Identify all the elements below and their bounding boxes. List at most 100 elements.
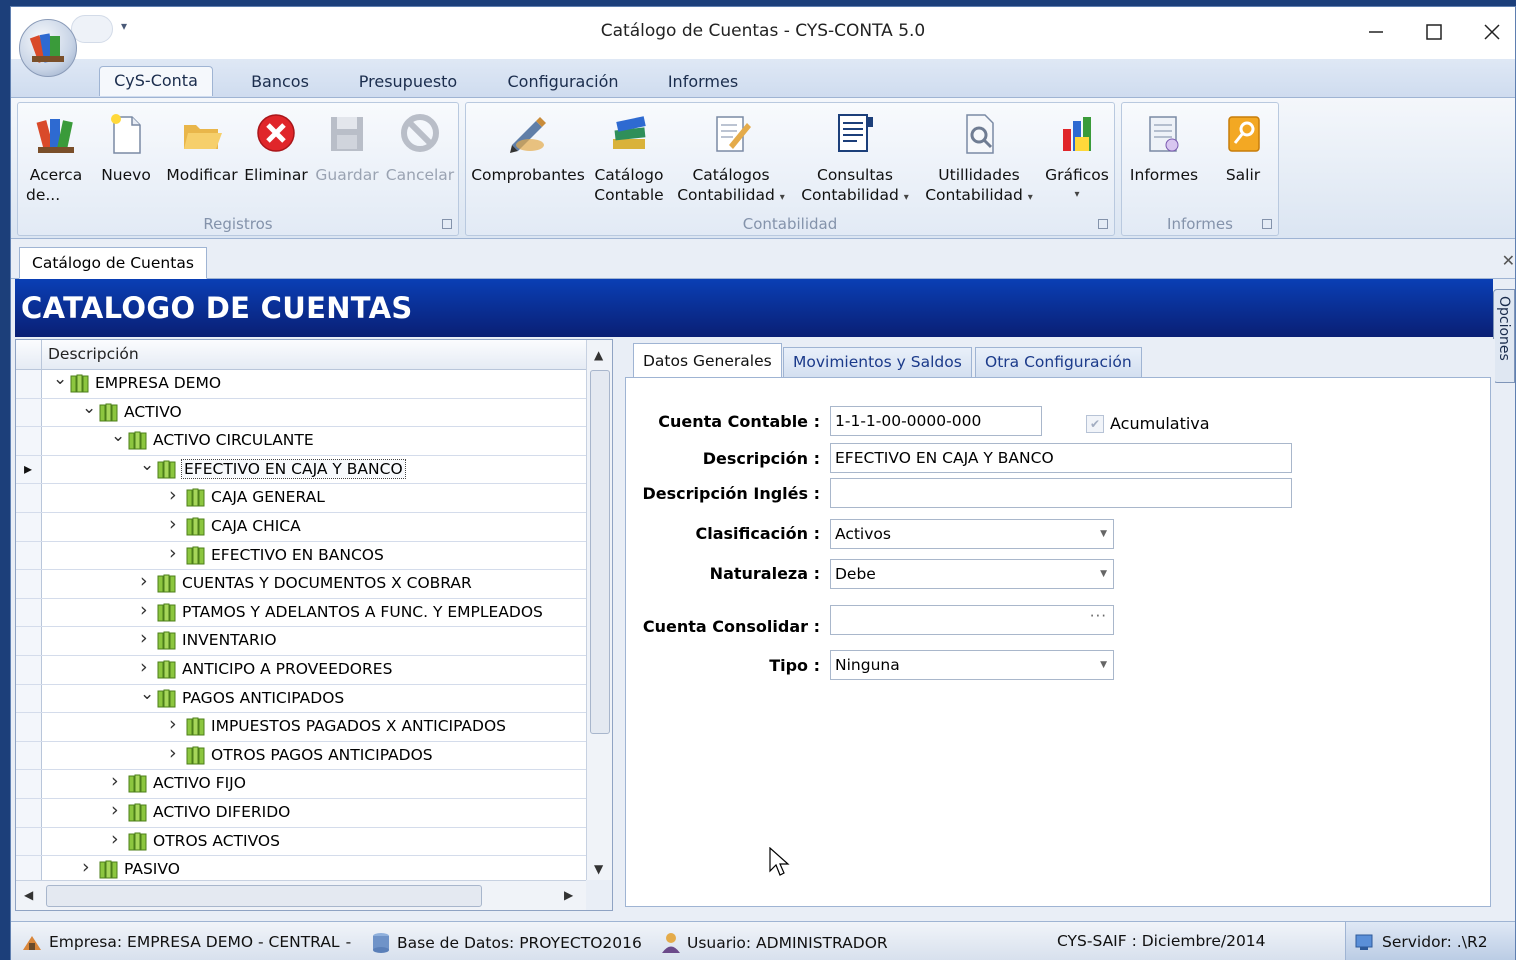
tree-row[interactable]: › CAJA GENERAL xyxy=(16,484,586,513)
tree-node-label[interactable]: CAJA CHICA xyxy=(211,517,301,535)
collapse-chevron-icon[interactable]: ⌄ xyxy=(140,684,154,704)
horizontal-scroll-thumb[interactable] xyxy=(46,885,482,907)
expand-chevron-icon[interactable]: › xyxy=(140,656,152,678)
descripcion-input[interactable]: EFECTIVO EN CAJA Y BANCO xyxy=(830,443,1292,473)
tree-node-label[interactable]: CAJA GENERAL xyxy=(211,488,325,506)
expand-chevron-icon[interactable]: › xyxy=(140,627,152,649)
tree-node-label[interactable]: OTROS PAGOS ANTICIPADOS xyxy=(211,746,433,764)
expand-chevron-icon[interactable]: › xyxy=(111,799,123,821)
chevron-down-icon[interactable]: ▼ xyxy=(1100,529,1107,539)
tree-row[interactable]: ⌄ ACTIVO CIRCULANTE xyxy=(16,426,586,456)
utilidades-contabilidad-button[interactable]: Utillidades Contabilidad ▾ xyxy=(920,111,1038,208)
ellipsis-icon[interactable]: ··· xyxy=(1090,607,1107,625)
row-indicator[interactable] xyxy=(16,827,42,856)
expand-chevron-icon[interactable]: › xyxy=(169,713,181,735)
tree-row[interactable]: › IMPUESTOS PAGADOS X ANTICIPADOS xyxy=(16,713,586,742)
registros-launcher-icon[interactable] xyxy=(442,219,452,229)
tree-vertical-scrollbar[interactable]: ▲ ▼ xyxy=(586,340,612,880)
row-indicator[interactable] xyxy=(16,484,42,512)
tree-node-label[interactable]: CUENTAS Y DOCUMENTOS X COBRAR xyxy=(182,574,472,592)
tree-node-label[interactable]: EFECTIVO EN CAJA Y BANCO xyxy=(181,458,406,479)
tree-row[interactable]: › EFECTIVO EN BANCOS xyxy=(16,541,586,571)
chevron-down-icon[interactable]: ▼ xyxy=(1100,660,1107,670)
row-indicator[interactable] xyxy=(16,512,42,541)
tree-node-label[interactable]: ACTIVO DIFERIDO xyxy=(153,803,290,821)
acumulativa-checkbox[interactable]: ✔ xyxy=(1086,415,1104,433)
row-indicator[interactable] xyxy=(16,713,42,741)
graficos-button[interactable]: Gráficos ▾ xyxy=(1042,111,1112,205)
tab-cys-conta[interactable]: CyS-Conta xyxy=(99,66,213,96)
close-document-icon[interactable]: ✕ xyxy=(1502,251,1515,270)
expand-chevron-icon[interactable]: › xyxy=(169,513,181,535)
informes-button[interactable]: Informes xyxy=(1124,111,1204,185)
tree-node-label[interactable]: OTROS ACTIVOS xyxy=(153,832,280,850)
catalogos-contabilidad-button[interactable]: Catálogos Contabilidad ▾ xyxy=(672,111,790,208)
tree-row[interactable]: › PTAMOS Y ADELANTOS A FUNC. Y EMPLEADOS xyxy=(16,598,586,628)
tab-catalogo-cuentas[interactable]: Catálogo de Cuentas xyxy=(19,247,207,279)
maximize-button[interactable] xyxy=(1411,15,1457,49)
tree-row[interactable]: › ANTICIPO A PROVEEDORES xyxy=(16,655,586,685)
cancelar-button[interactable]: Cancelar xyxy=(384,111,456,185)
consultas-contabilidad-button[interactable]: Consultas Contabilidad ▾ xyxy=(796,111,914,208)
row-indicator[interactable] xyxy=(16,598,42,627)
scroll-down-icon[interactable]: ▼ xyxy=(594,862,603,876)
tipo-select[interactable]: Ninguna ▼ xyxy=(830,650,1114,680)
vertical-scroll-thumb[interactable] xyxy=(590,370,610,734)
naturaleza-select[interactable]: Debe ▼ xyxy=(830,559,1114,589)
row-indicator[interactable] xyxy=(16,655,42,684)
minimize-button[interactable] xyxy=(1353,15,1399,49)
modificar-button[interactable]: Modificar xyxy=(164,111,240,185)
tab-datos-generales[interactable]: Datos Generales xyxy=(633,343,782,379)
expand-chevron-icon[interactable]: › xyxy=(140,599,152,621)
tab-configuracion[interactable]: Configuración xyxy=(495,68,631,98)
tree-row[interactable]: › CUENTAS Y DOCUMENTOS X COBRAR xyxy=(16,570,586,599)
row-indicator[interactable] xyxy=(16,741,42,770)
tree-node-label[interactable]: PTAMOS Y ADELANTOS A FUNC. Y EMPLEADOS xyxy=(182,603,543,621)
expand-chevron-icon[interactable]: › xyxy=(82,856,94,878)
tree-node-label[interactable]: EFECTIVO EN BANCOS xyxy=(211,546,384,564)
tree-horizontal-scrollbar[interactable]: ◀ ▶ xyxy=(16,880,586,910)
expand-chevron-icon[interactable]: › xyxy=(111,770,123,792)
row-indicator[interactable] xyxy=(16,770,42,798)
row-indicator[interactable] xyxy=(16,370,42,398)
scroll-left-icon[interactable]: ◀ xyxy=(24,888,33,902)
column-header-descripcion[interactable]: Descripción xyxy=(48,345,139,363)
tree-row[interactable]: › ACTIVO FIJO xyxy=(16,770,586,799)
tree-row[interactable]: ⌄ EFECTIVO EN CAJA Y BANCO xyxy=(16,455,586,485)
row-indicator[interactable] xyxy=(16,541,42,570)
collapse-chevron-icon[interactable]: ⌄ xyxy=(53,369,67,389)
scroll-right-icon[interactable]: ▶ xyxy=(564,888,573,902)
contabilidad-launcher-icon[interactable] xyxy=(1098,219,1108,229)
tree-row[interactable]: › OTROS PAGOS ANTICIPADOS xyxy=(16,741,586,771)
cuenta-contable-input[interactable]: 1-1-1-00-0000-000 xyxy=(830,406,1042,436)
eliminar-button[interactable]: Eliminar xyxy=(244,111,308,185)
tree-node-label[interactable]: PAGOS ANTICIPADOS xyxy=(182,689,344,707)
guardar-button[interactable]: Guardar xyxy=(312,111,382,185)
expand-chevron-icon[interactable]: › xyxy=(169,542,181,564)
informes-launcher-icon[interactable] xyxy=(1262,219,1272,229)
descripcion-ingles-input[interactable] xyxy=(830,478,1292,508)
comprobantes-button[interactable]: Comprobantes xyxy=(470,111,586,185)
tree-node-label[interactable]: INVENTARIO xyxy=(182,631,277,649)
expand-chevron-icon[interactable]: › xyxy=(169,484,181,506)
tree-node-label[interactable]: ACTIVO xyxy=(124,403,182,421)
app-menu-button[interactable] xyxy=(19,19,77,77)
row-indicator[interactable] xyxy=(16,427,42,455)
tree-node-label[interactable]: ACTIVO CIRCULANTE xyxy=(153,431,314,449)
close-window-button[interactable] xyxy=(1469,15,1515,49)
tree-row[interactable]: ⌄ ACTIVO xyxy=(16,398,586,428)
tree-row[interactable]: › INVENTARIO xyxy=(16,627,586,656)
expand-chevron-icon[interactable]: › xyxy=(169,742,181,764)
row-indicator[interactable] xyxy=(16,627,42,655)
tree-node-label[interactable]: IMPUESTOS PAGADOS X ANTICIPADOS xyxy=(211,717,506,735)
tree-row[interactable]: › OTROS ACTIVOS xyxy=(16,827,586,857)
collapse-chevron-icon[interactable]: ⌄ xyxy=(111,426,125,446)
tree-row[interactable]: ⌄ EMPRESA DEMO xyxy=(16,369,586,399)
row-indicator[interactable] xyxy=(16,798,42,827)
tree-row[interactable]: › ACTIVO DIFERIDO xyxy=(16,798,586,828)
row-indicator-selected[interactable] xyxy=(16,455,42,484)
tree-node-label[interactable]: PASIVO xyxy=(124,860,180,878)
row-indicator[interactable] xyxy=(16,684,42,713)
nuevo-button[interactable]: Nuevo xyxy=(96,111,156,185)
row-indicator[interactable] xyxy=(16,398,42,427)
